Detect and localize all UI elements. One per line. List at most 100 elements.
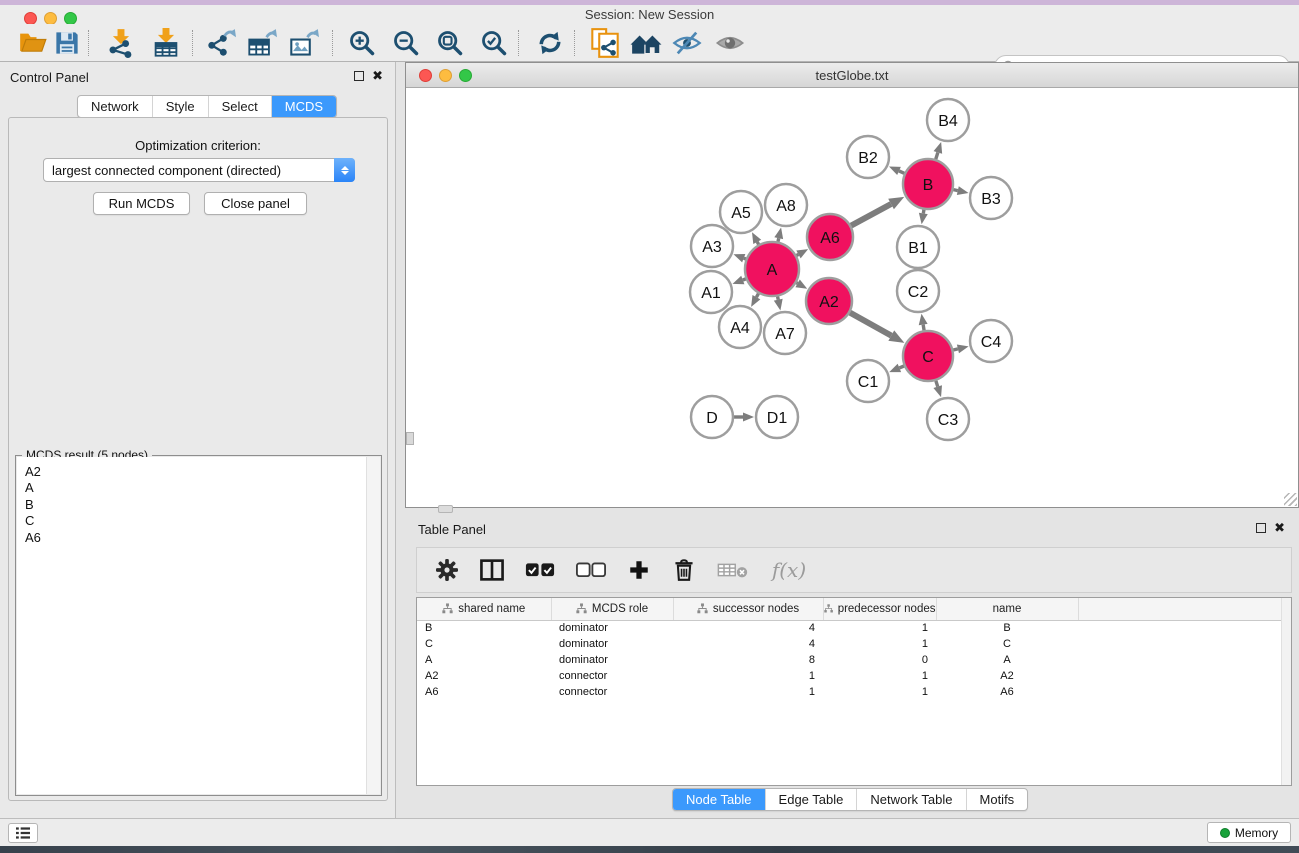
table-row[interactable]: Bdominator41B: [417, 620, 1291, 636]
cell-name[interactable]: A6: [936, 684, 1078, 700]
edge-C-C1[interactable]: [899, 366, 904, 368]
edge-B-B4[interactable]: [936, 152, 938, 159]
cell-predecessor-nodes[interactable]: 1: [823, 668, 936, 684]
network-window-titlebar[interactable]: testGlobe.txt: [406, 63, 1298, 88]
function-builder-icon[interactable]: f(x): [769, 557, 809, 583]
cell-name[interactable]: A: [936, 652, 1078, 668]
mcds-result-item[interactable]: A6: [25, 530, 372, 546]
resize-grip-icon[interactable]: [1284, 493, 1297, 506]
cell-successor-nodes[interactable]: 4: [673, 636, 823, 652]
unselect-all-columns-icon[interactable]: [575, 557, 607, 583]
cell-successor-nodes[interactable]: 1: [673, 668, 823, 684]
column-header-successor-nodes[interactable]: successor nodes: [673, 598, 823, 620]
close-panel-icon[interactable]: ✖: [372, 70, 383, 82]
export-network-icon[interactable]: [204, 28, 238, 58]
cell-shared-name[interactable]: A: [417, 652, 551, 668]
create-column-icon[interactable]: [626, 557, 652, 583]
edge-C-C3[interactable]: [936, 381, 938, 387]
cell-name[interactable]: B: [936, 620, 1078, 636]
tab-network-table[interactable]: Network Table: [856, 789, 965, 810]
zoom-out-icon[interactable]: [389, 28, 423, 58]
column-header-name[interactable]: name: [936, 598, 1078, 620]
close-panel-icon[interactable]: ✖: [1274, 522, 1285, 534]
mcds-result-item[interactable]: C: [25, 513, 372, 529]
tab-edge-table[interactable]: Edge Table: [765, 789, 857, 810]
zoom-in-icon[interactable]: [345, 28, 379, 58]
refresh-icon[interactable]: [533, 28, 567, 58]
column-header-MCDS-role[interactable]: MCDS role: [551, 598, 673, 620]
copy-network-icon[interactable]: [588, 28, 622, 58]
cell-predecessor-nodes[interactable]: 1: [823, 684, 936, 700]
cell-shared-name[interactable]: C: [417, 636, 551, 652]
network-canvas[interactable]: AA6A2BCA1A3A4A5A7A8B1B2B3B4C1C2C3C4DD1: [406, 88, 1298, 507]
table-row[interactable]: Cdominator41C: [417, 636, 1291, 652]
cell-shared-name[interactable]: A2: [417, 668, 551, 684]
tab-motifs[interactable]: Motifs: [966, 789, 1028, 810]
import-table-icon[interactable]: [149, 28, 183, 58]
edge-A6-B[interactable]: [851, 204, 891, 226]
edge-A-A1[interactable]: [743, 279, 746, 280]
export-table-icon[interactable]: [245, 28, 279, 58]
edge-B-B1[interactable]: [923, 210, 924, 214]
cell-MCDS-role[interactable]: dominator: [551, 620, 673, 636]
cell-shared-name[interactable]: A6: [417, 684, 551, 700]
open-file-icon[interactable]: [16, 28, 50, 58]
cell-predecessor-nodes[interactable]: 1: [823, 636, 936, 652]
table-row[interactable]: A6connector11A6: [417, 684, 1291, 700]
edge-A-A7[interactable]: [778, 296, 779, 299]
select-all-columns-icon[interactable]: [524, 557, 556, 583]
canvas-scroll-nub[interactable]: [406, 432, 414, 445]
edge-C-C4[interactable]: [953, 349, 958, 350]
run-mcds-button[interactable]: Run MCDS: [93, 192, 190, 215]
show-all-icon[interactable]: [713, 28, 747, 58]
column-header-shared-name[interactable]: shared name: [417, 598, 551, 620]
cell-successor-nodes[interactable]: 8: [673, 652, 823, 668]
delete-columns-icon[interactable]: [671, 557, 697, 583]
cell-predecessor-nodes[interactable]: 1: [823, 620, 936, 636]
first-neighbors-icon[interactable]: [629, 28, 663, 58]
optimization-criterion-select[interactable]: largest connected component (directed): [43, 158, 355, 182]
tab-style[interactable]: Style: [152, 96, 208, 117]
hide-selected-icon[interactable]: [670, 28, 704, 58]
show-columns-icon[interactable]: [479, 557, 505, 583]
mcds-result-item[interactable]: A2: [25, 464, 372, 480]
minimize-window-button[interactable]: [439, 69, 452, 82]
node-table[interactable]: shared nameMCDS rolesuccessor nodesprede…: [416, 597, 1292, 786]
mcds-result-item[interactable]: A: [25, 480, 372, 496]
edge-A-A4[interactable]: [756, 294, 758, 298]
import-network-icon[interactable]: [104, 28, 138, 58]
task-history-button[interactable]: [8, 823, 38, 843]
cell-MCDS-role[interactable]: dominator: [551, 652, 673, 668]
cell-predecessor-nodes[interactable]: 0: [823, 652, 936, 668]
table-row[interactable]: A2connector11A2: [417, 668, 1291, 684]
float-panel-icon[interactable]: [1256, 523, 1266, 533]
table-scrollbar[interactable]: [1281, 598, 1291, 785]
zoom-fit-icon[interactable]: [433, 28, 467, 58]
close-window-button[interactable]: [419, 69, 432, 82]
cell-successor-nodes[interactable]: 1: [673, 684, 823, 700]
memory-button[interactable]: Memory: [1207, 822, 1291, 843]
mcds-result-scrollbar[interactable]: [366, 457, 380, 794]
edge-B-B3[interactable]: [953, 190, 957, 191]
tab-node-table[interactable]: Node Table: [673, 789, 765, 810]
close-panel-button[interactable]: Close panel: [204, 192, 307, 215]
tab-network[interactable]: Network: [78, 96, 152, 117]
zoom-selected-icon[interactable]: [477, 28, 511, 58]
tab-select[interactable]: Select: [208, 96, 271, 117]
save-session-icon[interactable]: [50, 28, 84, 58]
cell-MCDS-role[interactable]: connector: [551, 684, 673, 700]
cell-successor-nodes[interactable]: 4: [673, 620, 823, 636]
table-options-gear-icon[interactable]: [434, 557, 460, 583]
cell-name[interactable]: C: [936, 636, 1078, 652]
zoom-window-button[interactable]: [459, 69, 472, 82]
cell-shared-name[interactable]: B: [417, 620, 551, 636]
edge-B-B2[interactable]: [899, 171, 904, 173]
edge-C-C2[interactable]: [923, 325, 924, 331]
edge-A-A8[interactable]: [778, 238, 779, 241]
cell-MCDS-role[interactable]: connector: [551, 668, 673, 684]
cell-name[interactable]: A2: [936, 668, 1078, 684]
cell-MCDS-role[interactable]: dominator: [551, 636, 673, 652]
mcds-result-item[interactable]: B: [25, 497, 372, 513]
delete-table-icon[interactable]: [716, 557, 750, 583]
column-header-predecessor-nodes[interactable]: predecessor nodes: [823, 598, 936, 620]
